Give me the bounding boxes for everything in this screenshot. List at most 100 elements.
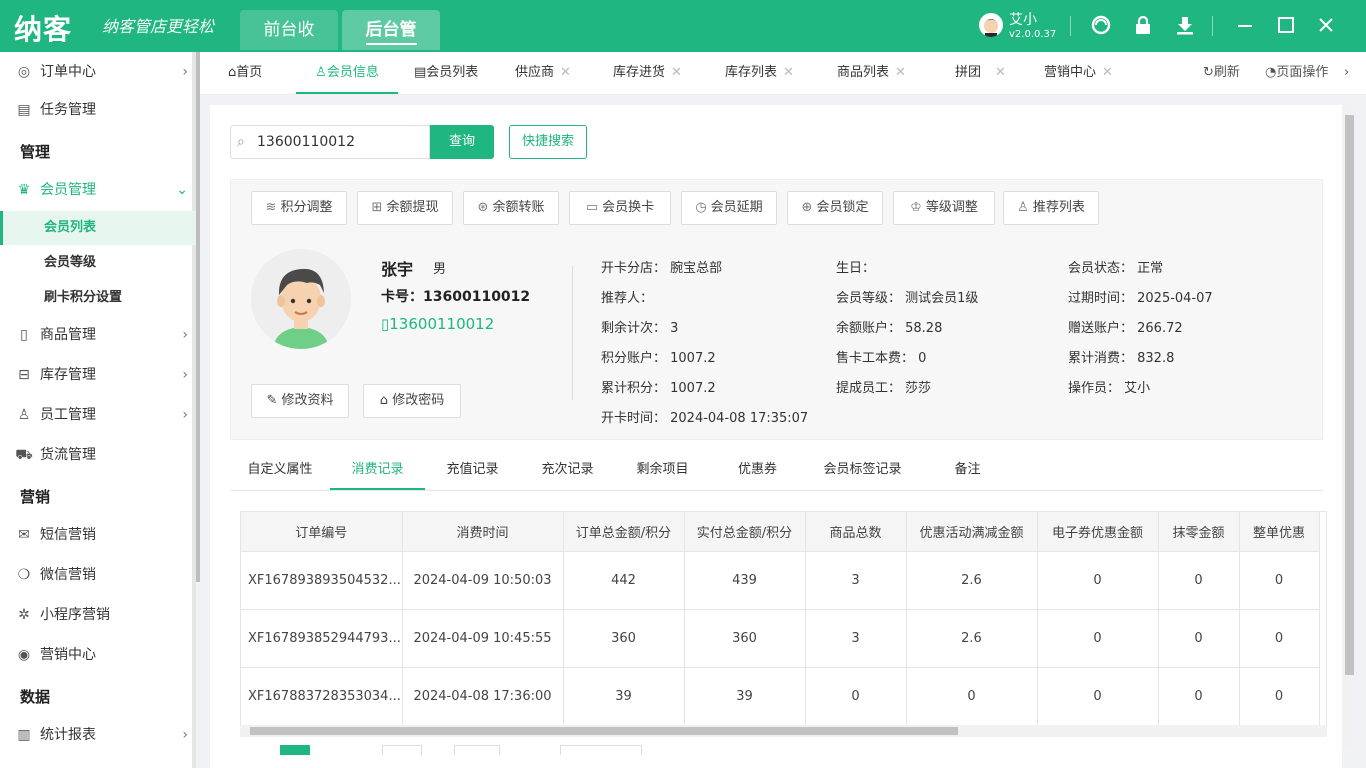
- balance-transfer-button[interactable]: ⊛ 余额转账: [463, 191, 559, 225]
- table-row[interactable]: XF167893852944793... 2024-04-09 10:45:55…: [241, 609, 1320, 668]
- pagination-control[interactable]: [382, 745, 422, 755]
- sidebar-item-miniprogram[interactable]: ✲ 小程序营销: [0, 595, 196, 635]
- tab-supplier[interactable]: 供应商 ✕: [515, 52, 571, 94]
- download-icon[interactable]: [1174, 14, 1196, 36]
- quick-search-button[interactable]: 快捷搜索: [509, 125, 587, 159]
- pagination-control[interactable]: [454, 745, 500, 755]
- table-horizontal-scrollbar[interactable]: [240, 725, 1327, 737]
- button-label: 余额转账: [492, 200, 545, 215]
- tab-tag-records[interactable]: 会员标签记录: [805, 450, 920, 490]
- sidebar-sub-member-list[interactable]: 会员列表: [0, 211, 196, 245]
- column-header[interactable]: 订单总金额/积分: [563, 512, 685, 552]
- table-row[interactable]: XF167893893504532... 2024-04-09 10:50:03…: [241, 551, 1320, 610]
- column-header[interactable]: 抹零金额: [1158, 512, 1240, 552]
- refresh-button[interactable]: ↻刷新: [1203, 52, 1240, 94]
- column-header[interactable]: 优惠活动满减金额: [906, 512, 1038, 552]
- tab-stock-list[interactable]: 库存列表 ✕: [725, 52, 794, 94]
- sidebar-item-task[interactable]: ▤ 任务管理: [0, 90, 196, 130]
- extend-member-button[interactable]: ◷ 会员延期: [681, 191, 777, 225]
- sidebar-scrollbar[interactable]: [196, 52, 200, 582]
- tab-group-buy[interactable]: 拼团 ✕: [955, 52, 1006, 94]
- sidebar-item-reports[interactable]: ▥ 统计报表 ›: [0, 715, 196, 755]
- points-adjust-button[interactable]: ≋ 积分调整: [251, 191, 347, 225]
- table-cell: 0: [1037, 667, 1159, 725]
- sidebar-item-inventory[interactable]: ⊟ 库存管理 ›: [0, 355, 196, 395]
- sidebar-item-goods[interactable]: ▯ 商品管理 ›: [0, 315, 196, 355]
- level-adjust-button[interactable]: ♔ 等级调整: [893, 191, 995, 225]
- tab-home[interactable]: ⌂首页: [228, 52, 262, 94]
- tab-notes[interactable]: 备注: [920, 450, 1015, 490]
- chart-icon: ▥: [17, 727, 31, 743]
- sidebar-heading-manage: 管理: [20, 143, 51, 161]
- change-card-button[interactable]: ▭ 会员换卡: [569, 191, 671, 225]
- page-ops-button[interactable]: ◔页面操作: [1265, 52, 1328, 94]
- sidebar-item-sms[interactable]: ✉ 短信营销: [0, 515, 196, 555]
- tab-back-admin[interactable]: 后台管理: [342, 10, 440, 85]
- pagination-control[interactable]: [560, 745, 642, 755]
- close-icon[interactable]: ✕: [895, 65, 906, 80]
- user-name[interactable]: 艾小: [1009, 9, 1037, 29]
- sidebar-sub-member-level[interactable]: 会员等级: [0, 246, 196, 280]
- info-points-account: 积分账户： 1007.2: [601, 351, 716, 366]
- close-icon[interactable]: [1315, 14, 1337, 36]
- scrollbar-thumb[interactable]: [1345, 115, 1354, 675]
- tab-stock-in[interactable]: 库存进货 ✕: [613, 52, 682, 94]
- info-birthday: 生日：: [836, 261, 876, 276]
- close-icon[interactable]: ✕: [560, 65, 571, 80]
- tab-marketing-center[interactable]: 营销中心 ✕: [1044, 52, 1113, 94]
- sidebar-item-logistics[interactable]: ⛟ 货流管理: [0, 435, 196, 475]
- close-icon[interactable]: ✕: [1102, 65, 1113, 80]
- edit-profile-button[interactable]: ✎ 修改资料: [251, 384, 349, 418]
- tab-member-info[interactable]: ♙会员信息: [296, 52, 398, 94]
- tab-label: 会员信息: [326, 65, 379, 80]
- tab-times-recharge[interactable]: 充次记录: [520, 450, 615, 490]
- tab-remaining-items[interactable]: 剩余项目: [615, 450, 710, 490]
- balance-withdraw-button[interactable]: ⊞ 余额提现: [357, 191, 453, 225]
- tab-front-cashier[interactable]: 前台收银: [240, 10, 338, 80]
- button-label: 余额提现: [386, 200, 439, 215]
- scrollbar-thumb[interactable]: [250, 727, 958, 735]
- column-header[interactable]: 实付总金额/积分: [684, 512, 806, 552]
- tab-custom-attrs[interactable]: 自定义属性: [230, 450, 330, 490]
- lock-icon[interactable]: [1132, 14, 1154, 36]
- tab-member-list[interactable]: ▤会员列表: [414, 52, 478, 94]
- referral-list-button[interactable]: ♙ 推荐列表: [1003, 191, 1099, 225]
- sidebar-item-marketing-center[interactable]: ◉ 营销中心: [0, 635, 196, 675]
- sidebar-item-order-center[interactable]: ◎ 订单中心 ›: [0, 52, 196, 92]
- tab-coupons[interactable]: 优惠券: [710, 450, 805, 490]
- member-phone: ▯13600110012: [381, 315, 494, 333]
- tab-consumption[interactable]: 消费记录: [330, 450, 425, 490]
- order-id-cell[interactable]: XF167883728353034...: [241, 667, 403, 725]
- content-vertical-scrollbar[interactable]: [1343, 105, 1356, 748]
- tab-recharge[interactable]: 充值记录: [425, 450, 520, 490]
- column-header[interactable]: 电子券优惠金额: [1037, 512, 1159, 552]
- column-header[interactable]: 订单编号: [241, 512, 403, 552]
- column-header[interactable]: 整单优惠: [1239, 512, 1320, 552]
- tab-label: 拼团: [955, 65, 982, 80]
- edit-password-button[interactable]: ⌂ 修改密码: [363, 384, 461, 418]
- column-header[interactable]: 商品总数: [805, 512, 907, 552]
- search-input[interactable]: ⌕ 13600110012: [230, 125, 430, 159]
- search-button[interactable]: 查询: [430, 125, 494, 159]
- close-icon[interactable]: ✕: [783, 65, 794, 80]
- user-avatar[interactable]: [979, 13, 1003, 37]
- top-bar: 纳客 纳客管店更轻松 前台收银 后台管理 艾小 v2.0.0.37: [0, 0, 1366, 85]
- tab-goods-list[interactable]: 商品列表 ✕: [837, 52, 906, 94]
- table-row[interactable]: XF167883728353034... 2024-04-08 17:36:00…: [241, 667, 1320, 725]
- pagination-current[interactable]: [280, 745, 310, 755]
- maximize-icon[interactable]: [1275, 14, 1297, 36]
- column-header[interactable]: 消费时间: [402, 512, 564, 552]
- minimize-icon[interactable]: [1234, 14, 1256, 36]
- order-id-cell[interactable]: XF167893852944793...: [241, 609, 403, 668]
- support-icon[interactable]: [1090, 14, 1112, 36]
- close-icon[interactable]: ✕: [671, 65, 682, 80]
- lock-member-button[interactable]: ⊕ 会员锁定: [787, 191, 883, 225]
- table-cell: 0: [1037, 551, 1159, 610]
- close-icon[interactable]: ✕: [995, 65, 1006, 80]
- sidebar-item-staff[interactable]: ♙ 员工管理 ›: [0, 395, 196, 435]
- chevron-right-icon[interactable]: ›: [1344, 52, 1349, 94]
- sidebar-item-member[interactable]: ♛ 会员管理 ⌄: [0, 170, 196, 210]
- order-id-cell[interactable]: XF167893893504532...: [241, 551, 403, 610]
- sidebar-item-wechat[interactable]: ❍ 微信营销: [0, 555, 196, 595]
- sidebar-sub-card-points[interactable]: 刷卡积分设置: [0, 281, 196, 315]
